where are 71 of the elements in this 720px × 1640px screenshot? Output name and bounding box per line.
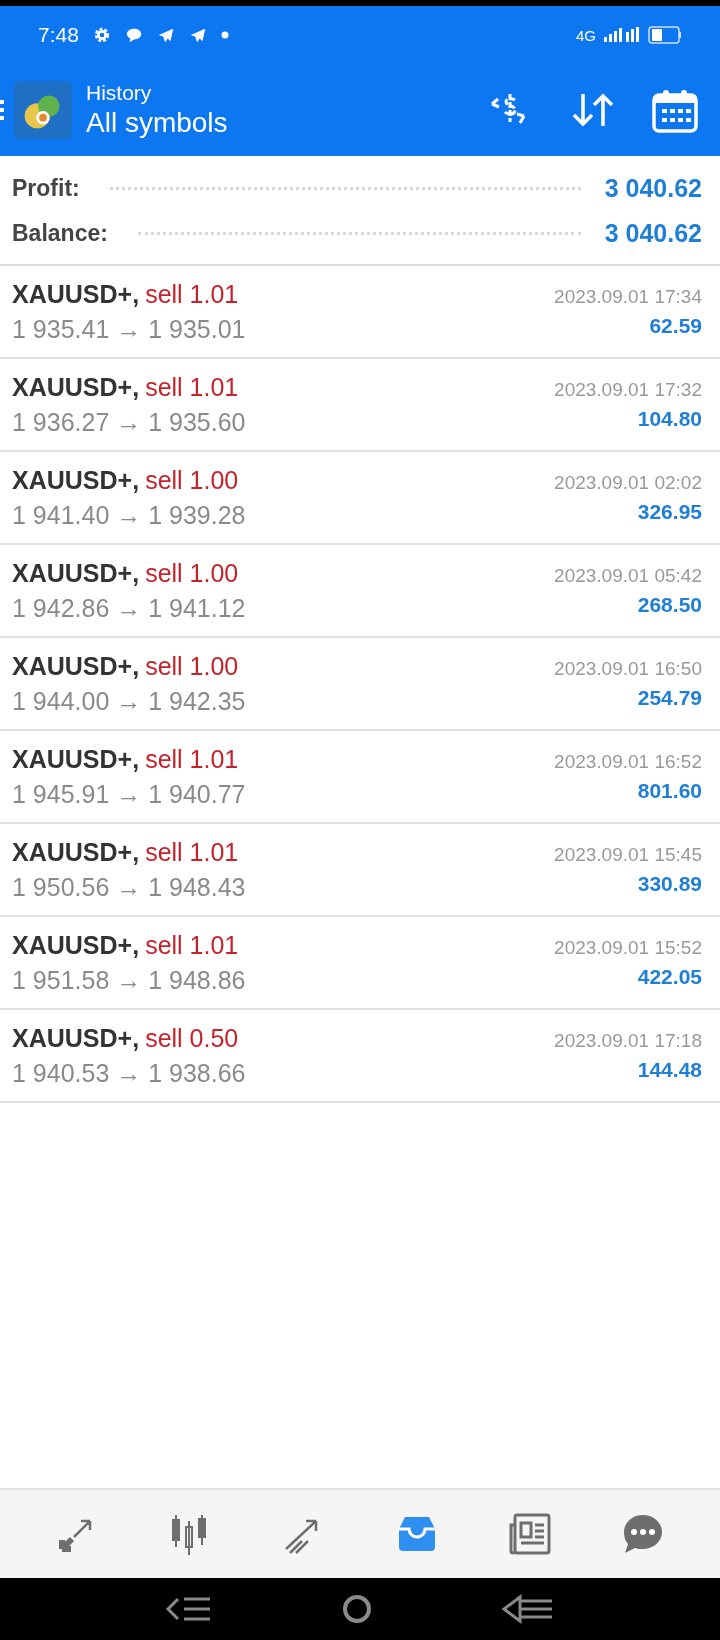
deal-prices: 1 951.58 → 1 948.86 — [12, 965, 246, 995]
calendar-icon[interactable] — [652, 87, 698, 133]
deal-type-volume: sell 1.01 — [145, 930, 239, 960]
deal-profit: 268.50 — [637, 592, 702, 617]
deal-profit: 801.60 — [637, 778, 702, 803]
deal-time: 2023.09.01 17:34 — [554, 285, 702, 308]
deal-prices: 1 950.56 → 1 948.43 — [12, 872, 246, 902]
deal-prices: 1 936.27 → 1 935.60 — [12, 407, 246, 437]
deal-symbol: XAUUSD+, — [12, 558, 140, 588]
deal-symbol: XAUUSD+, — [12, 1023, 140, 1053]
deal-row[interactable]: XAUUSD+, sell 1.00 1 941.40 → 1 939.28 2023.09.01 02:02 326.95 — [0, 452, 720, 545]
deal-profit: 144.48 — [637, 1057, 702, 1082]
deal-type-volume: sell 1.01 — [145, 279, 239, 309]
deal-time: 2023.09.01 05:42 — [554, 564, 702, 587]
deal-type-volume: sell 1.00 — [145, 651, 239, 681]
deal-time: 2023.09.01 17:18 — [554, 1029, 702, 1052]
deal-type-volume: sell 1.01 — [145, 837, 239, 867]
deal-time: 2023.09.01 17:32 — [554, 378, 702, 401]
signal-icon — [602, 26, 642, 44]
deal-symbol: XAUUSD+, — [12, 372, 140, 402]
summary-value: 3 040.62 — [604, 219, 702, 248]
deal-profit: 330.89 — [637, 871, 702, 896]
summary-label: Balance: — [12, 220, 108, 247]
deal-symbol: XAUUSD+, — [12, 465, 140, 495]
deal-row[interactable]: XAUUSD+, sell 0.50 1 940.53 → 1 938.66 2023.09.01 17:18 144.48 — [0, 1010, 720, 1103]
gear-icon — [92, 26, 111, 44]
clock-time: 7:48 — [38, 23, 79, 47]
deal-row[interactable]: XAUUSD+, sell 1.00 1 944.00 → 1 942.35 2023.09.01 16:50 254.79 — [0, 638, 720, 731]
deal-prices: 1 935.41 → 1 935.01 — [12, 314, 246, 344]
deal-type-volume: sell 1.00 — [145, 465, 239, 495]
deal-row[interactable]: XAUUSD+, sell 1.00 1 942.86 → 1 941.12 2023.09.01 05:42 268.50 — [0, 545, 720, 638]
deal-row[interactable]: XAUUSD+, sell 1.01 1 951.58 → 1 948.86 2023.09.01 15:52 422.05 — [0, 917, 720, 1010]
summary-value: 3 040.62 — [604, 174, 702, 203]
deal-row[interactable]: XAUUSD+, sell 1.01 1 936.27 → 1 935.60 2023.09.01 17:32 104.80 — [0, 359, 720, 452]
deal-profit: 62.59 — [649, 313, 702, 338]
deal-type-volume: sell 1.01 — [145, 744, 239, 774]
deal-symbol: XAUUSD+, — [12, 279, 140, 309]
deal-prices: 1 941.40 → 1 939.28 — [12, 500, 246, 530]
app-logo-icon — [14, 81, 72, 139]
deal-time: 2023.09.01 15:45 — [554, 843, 702, 866]
deal-prices: 1 945.91 → 1 940.77 — [12, 779, 246, 809]
battery-icon — [648, 25, 682, 45]
deal-type-volume: sell 1.00 — [145, 558, 239, 588]
deal-time: 2023.09.01 02:02 — [554, 471, 702, 494]
home-icon[interactable] — [341, 1593, 373, 1625]
deal-prices: 1 944.00 → 1 942.35 — [12, 686, 246, 716]
deal-time: 2023.09.01 16:52 — [554, 750, 702, 773]
deal-time: 2023.09.01 16:50 — [554, 657, 702, 680]
deal-type-volume: sell 0.50 — [145, 1023, 239, 1053]
deal-row[interactable]: XAUUSD+, sell 1.01 1 950.56 → 1 948.43 2023.09.01 15:45 330.89 — [0, 824, 720, 917]
summary-label: Profit: — [12, 175, 80, 202]
deal-row[interactable]: XAUUSD+, sell 1.01 1 945.91 → 1 940.77 2023.09.01 16:52 801.60 — [0, 731, 720, 824]
network-type: 4G — [576, 26, 596, 44]
deal-profit: 326.95 — [637, 499, 702, 524]
dot-icon — [220, 31, 229, 39]
deal-prices: 1 942.86 → 1 941.12 — [12, 593, 246, 623]
deal-symbol: XAUUSD+, — [12, 744, 140, 774]
deal-time: 2023.09.01 15:52 — [554, 936, 702, 959]
deal-row[interactable]: XAUUSD+, sell 1.01 1 935.41 → 1 935.01 2023.09.01 17:34 62.59 — [0, 266, 720, 359]
chat-bubble-icon — [124, 26, 143, 44]
deal-profit: 422.05 — [637, 964, 702, 989]
deal-prices: 1 940.53 → 1 938.66 — [12, 1058, 246, 1088]
menu-icon[interactable] — [0, 98, 4, 122]
screen-title: History — [86, 81, 153, 105]
deal-symbol: XAUUSD+, — [12, 651, 140, 681]
deal-symbol: XAUUSD+, — [12, 930, 140, 960]
deal-type-volume: sell 1.01 — [145, 372, 239, 402]
symbol-filter[interactable]: All symbols — [86, 107, 484, 139]
deal-profit: 104.80 — [637, 406, 702, 431]
deal-profit: 254.79 — [637, 685, 702, 710]
deal-symbol: XAUUSD+, — [12, 837, 140, 867]
